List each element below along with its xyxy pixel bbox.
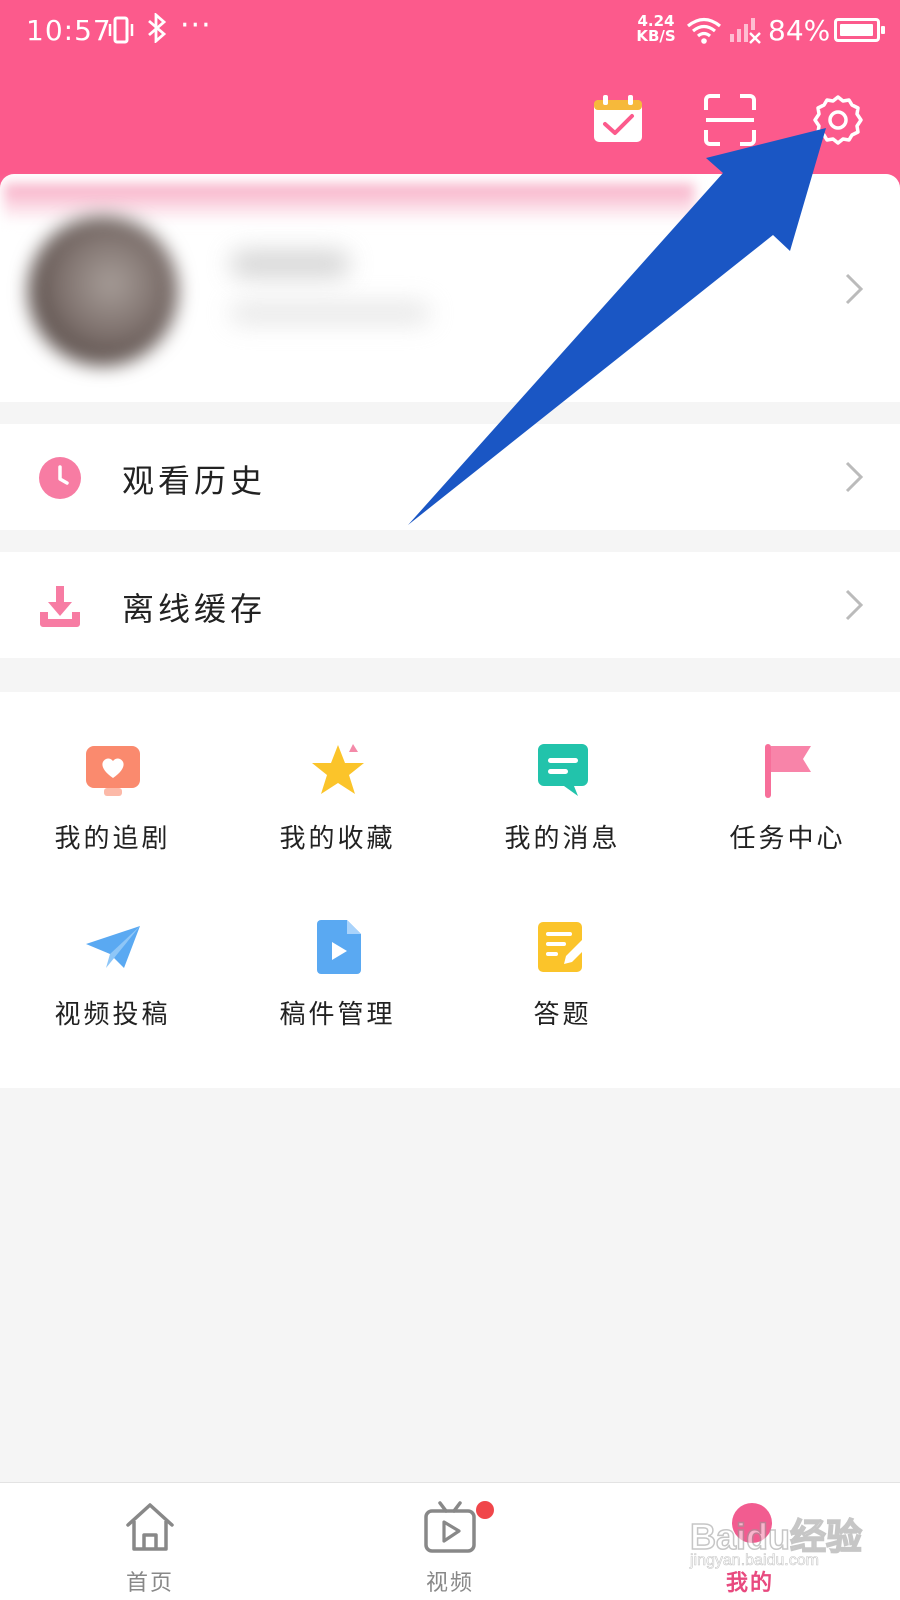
video-file-icon — [309, 918, 367, 976]
feature-grid: 我的追剧 我的收藏 我的消息 任务中心 视频投稿 稿件管理 答题 — [0, 692, 900, 1088]
grid-item-label: 稿件管理 — [279, 1000, 396, 1030]
status-time: 10:57 — [26, 14, 112, 47]
bluetooth-icon — [146, 11, 168, 50]
menu-row-offline-cache[interactable]: 离线缓存 — [0, 552, 900, 658]
grid-item-my-favorites[interactable]: 我的收藏 — [225, 742, 450, 882]
download-icon — [38, 584, 82, 628]
grid-item-label: 我的追剧 — [54, 824, 171, 854]
grid-item-label: 我的收藏 — [279, 824, 396, 854]
me-tab-icon — [732, 1503, 772, 1543]
menu-row-label: 观看历史 — [122, 462, 267, 500]
grid-item-label: 任务中心 — [729, 824, 846, 854]
profile-card[interactable] — [0, 174, 900, 402]
notification-dot — [476, 1501, 494, 1519]
star-icon — [309, 742, 367, 800]
more-notifications-icon: ··· — [180, 8, 212, 43]
tv-play-icon — [422, 1499, 478, 1555]
flag-icon — [759, 742, 817, 800]
grid-item-manuscript-management[interactable]: 稿件管理 — [225, 918, 450, 1058]
nav-tab-video[interactable]: 视频 — [300, 1483, 600, 1600]
grid-item-video-submit[interactable]: 视频投稿 — [0, 918, 225, 1058]
grid-item-label: 视频投稿 — [54, 1000, 171, 1030]
grid-item-label: 我的消息 — [504, 824, 621, 854]
menu-row-watch-history[interactable]: 观看历史 — [0, 424, 900, 530]
bottom-navigation: 首页 视频 我的 — [0, 1482, 900, 1600]
grid-item-quiz[interactable]: 答题 — [450, 918, 675, 1058]
edit-note-icon — [534, 918, 592, 976]
avatar[interactable] — [28, 216, 178, 366]
clock-icon — [38, 456, 82, 500]
header-bar: 10:57 ··· 4.24 KB/S 84% — [0, 0, 900, 200]
battery-icon — [834, 18, 885, 42]
grid-item-my-messages[interactable]: 我的消息 — [450, 742, 675, 882]
heart-tv-icon — [84, 742, 142, 800]
chevron-right-icon — [844, 588, 864, 622]
settings-gear-icon[interactable] — [810, 92, 866, 148]
nav-tab-home[interactable]: 首页 — [0, 1483, 300, 1600]
network-speed: 4.24 KB/S — [634, 14, 678, 44]
signal-icon — [730, 18, 762, 51]
chevron-right-icon — [844, 460, 864, 494]
network-speed-unit: KB/S — [636, 27, 676, 45]
nav-tab-label: 视频 — [425, 1571, 474, 1596]
paper-plane-icon — [84, 918, 142, 976]
grid-item-task-center[interactable]: 任务中心 — [675, 742, 900, 882]
message-icon — [534, 742, 592, 800]
menu-row-label: 离线缓存 — [122, 590, 267, 628]
nav-tab-me[interactable]: 我的 — [600, 1483, 900, 1600]
home-icon — [122, 1499, 178, 1555]
battery-percent: 84% — [768, 14, 831, 47]
grid-item-my-series[interactable]: 我的追剧 — [0, 742, 225, 882]
grid-item-label: 答题 — [533, 1000, 592, 1030]
user-info-blurred — [230, 302, 430, 324]
scan-icon[interactable] — [702, 92, 758, 148]
status-bar: 10:57 ··· 4.24 KB/S 84% — [0, 0, 900, 62]
nav-tab-label: 首页 — [125, 1571, 174, 1596]
chevron-right-icon — [844, 272, 864, 306]
wifi-icon — [686, 16, 722, 51]
nav-tab-label: 我的 — [725, 1570, 774, 1596]
username-blurred — [230, 250, 350, 278]
calendar-check-icon[interactable] — [590, 92, 646, 148]
vibrate-icon — [108, 16, 134, 51]
